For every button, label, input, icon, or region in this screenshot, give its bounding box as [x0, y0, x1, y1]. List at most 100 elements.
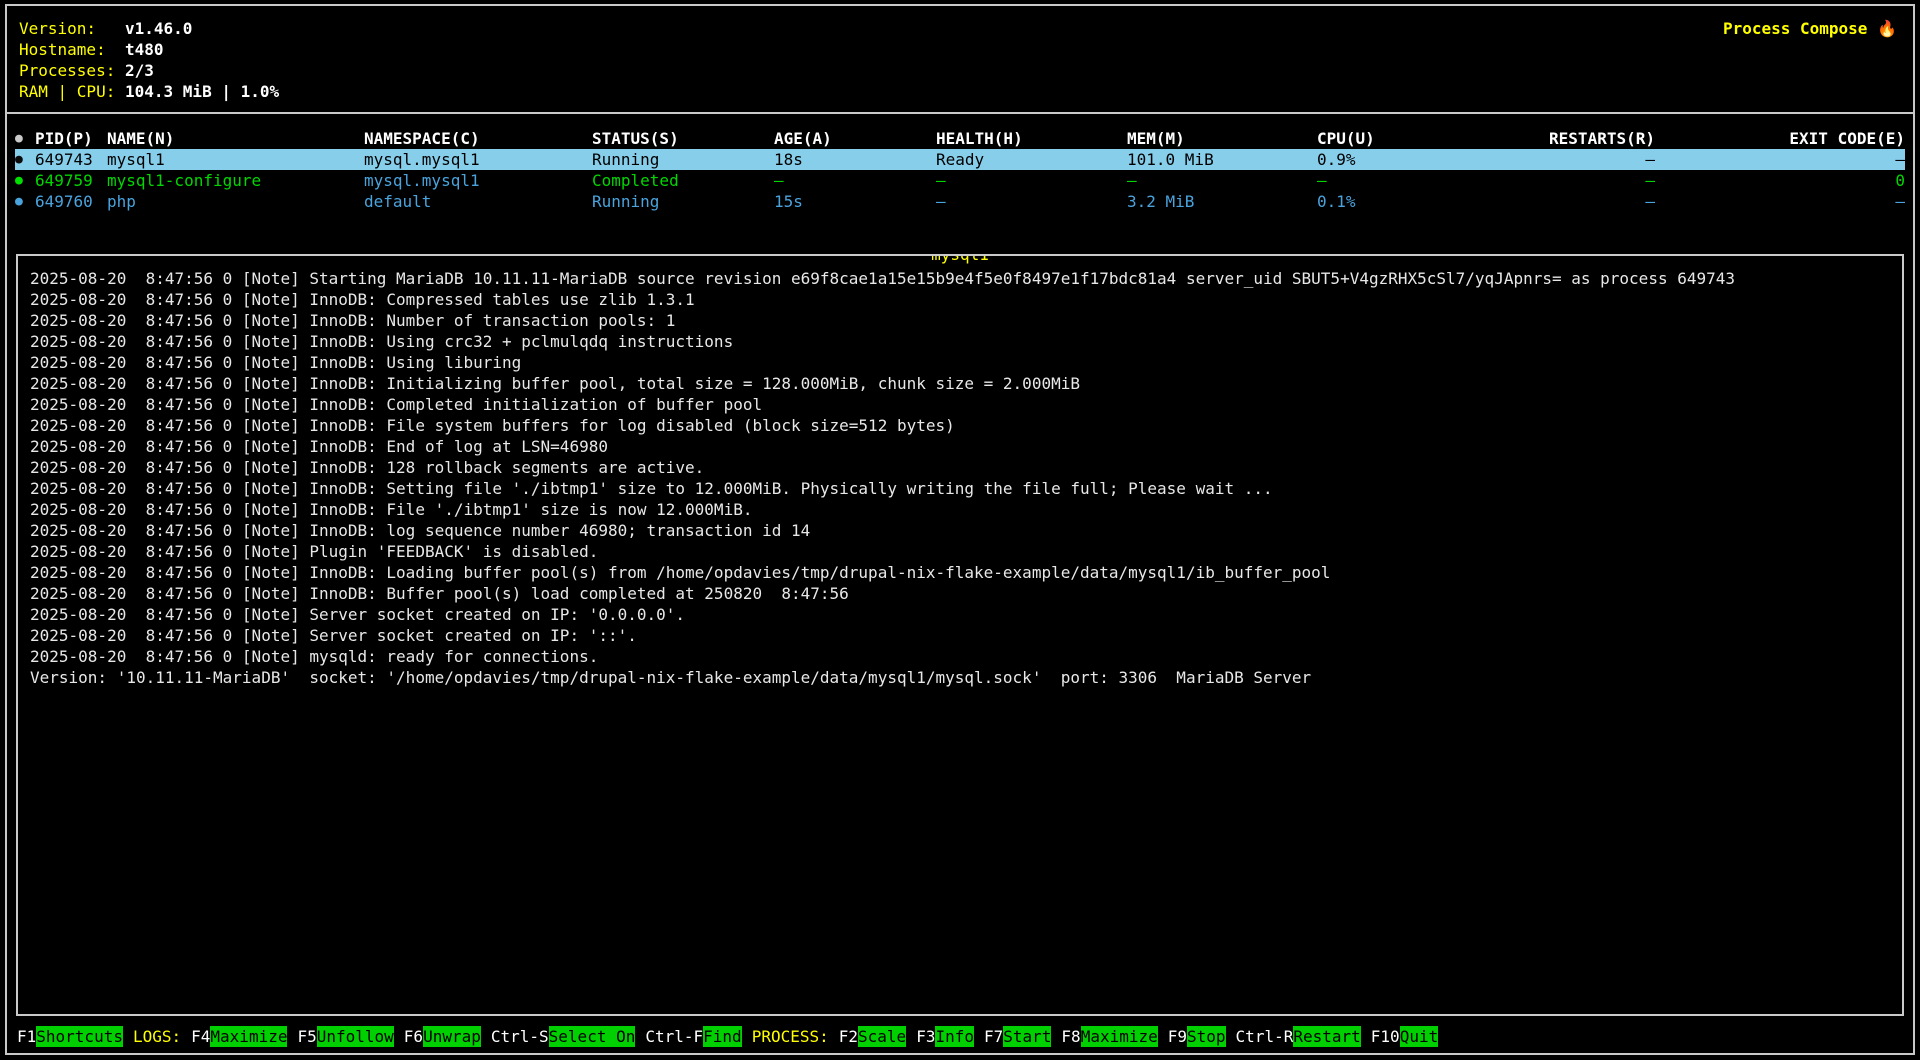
restarts-cell: – — [1465, 191, 1655, 212]
shortcut-f2-scale[interactable]: F2Scale — [839, 1026, 906, 1047]
shortcut-key: F3 — [916, 1026, 935, 1047]
exit-code-cell: – — [1655, 191, 1905, 212]
hostname-label: Hostname: — [19, 39, 125, 60]
shortcut-f8-maximize-process[interactable]: F8Maximize — [1061, 1026, 1157, 1047]
mem-cell: – — [1127, 170, 1317, 191]
header-cpu: CPU(U) — [1317, 128, 1465, 149]
log-panel-title: mysql1 — [929, 254, 991, 265]
shortcut-label: Find — [703, 1026, 742, 1047]
log-line: 2025-08-20 8:47:56 0 [Note] InnoDB: Buff… — [30, 583, 1890, 604]
log-line: 2025-08-20 8:47:56 0 [Note] InnoDB: 128 … — [30, 457, 1890, 478]
shortcut-f4-maximize-logs[interactable]: F4Maximize — [191, 1026, 287, 1047]
version-label: Version: — [19, 18, 125, 39]
shortcut-label: Scale — [858, 1026, 906, 1047]
header-health: HEALTH(H) — [936, 128, 1127, 149]
header-restarts: RESTARTS(R) — [1465, 128, 1655, 149]
shortcut-label: Stop — [1187, 1026, 1226, 1047]
shortcut-label: Start — [1003, 1026, 1051, 1047]
shortcut-key: Ctrl-S — [491, 1026, 549, 1047]
status-dot-icon: ● — [15, 191, 35, 212]
log-line: 2025-08-20 8:47:56 0 [Note] InnoDB: Init… — [30, 373, 1890, 394]
namespace-cell: mysql.mysql1 — [364, 149, 592, 170]
shortcut-key: Ctrl-F — [645, 1026, 703, 1047]
processes-value: 2/3 — [125, 60, 154, 81]
shortcut-f5-unfollow[interactable]: F5Unfollow — [297, 1026, 393, 1047]
status-cell: Running — [592, 149, 774, 170]
header-mem: MEM(M) — [1127, 128, 1317, 149]
restarts-cell: – — [1465, 149, 1655, 170]
table-header-row: ● PID(P) NAME(N) NAMESPACE(C) STATUS(S) … — [15, 128, 1905, 149]
shortcut-bar: F1Shortcuts LOGS: F4Maximize F5Unfollow … — [7, 1022, 1913, 1053]
shortcut-f7-start[interactable]: F7Start — [984, 1026, 1051, 1047]
log-line: 2025-08-20 8:47:56 0 [Note] InnoDB: Usin… — [30, 352, 1890, 373]
shortcut-label: Maximize — [1081, 1026, 1158, 1047]
log-panel[interactable]: mysql1 2025-08-20 8:47:56 0 [Note] Start… — [16, 254, 1904, 1016]
age-cell: 15s — [774, 191, 936, 212]
shortcut-key: F2 — [839, 1026, 858, 1047]
shortcut-key: F5 — [297, 1026, 316, 1047]
header-pid: PID(P) — [35, 128, 107, 149]
header-age: AGE(A) — [774, 128, 936, 149]
log-line: 2025-08-20 8:47:56 0 [Note] InnoDB: log … — [30, 520, 1890, 541]
app-title-text: Process Compose — [1723, 19, 1868, 38]
pid-cell: 649743 — [35, 149, 107, 170]
health-cell: – — [936, 191, 1127, 212]
shortcut-f9-stop[interactable]: F9Stop — [1168, 1026, 1226, 1047]
log-line: 2025-08-20 8:47:56 0 [Note] InnoDB: Comp… — [30, 394, 1890, 415]
cpu-cell: – — [1317, 170, 1465, 191]
shortcut-key: F4 — [191, 1026, 210, 1047]
log-line: 2025-08-20 8:47:56 0 [Note] InnoDB: Sett… — [30, 478, 1890, 499]
shortcut-ctrl-f-find[interactable]: Ctrl-FFind — [645, 1026, 741, 1047]
shortcut-key: F1 — [17, 1026, 36, 1047]
exit-code-cell: – — [1655, 149, 1905, 170]
log-line: 2025-08-20 8:47:56 0 [Note] InnoDB: Numb… — [30, 310, 1890, 331]
shortcut-key: F7 — [984, 1026, 1003, 1047]
cpu-cell: 0.9% — [1317, 149, 1465, 170]
process-row-mysql1[interactable]: ● 649743 mysql1 mysql.mysql1 Running 18s… — [15, 149, 1905, 170]
shortcut-label: Info — [935, 1026, 974, 1047]
process-table: ● PID(P) NAME(N) NAMESPACE(C) STATUS(S) … — [7, 114, 1913, 212]
log-line: Version: '10.11.11-MariaDB' socket: '/ho… — [30, 667, 1890, 688]
header-status: STATUS(S) — [592, 128, 774, 149]
version-value: v1.46.0 — [125, 18, 192, 39]
shortcut-key: F6 — [404, 1026, 423, 1047]
log-line: 2025-08-20 8:47:56 0 [Note] mysqld: read… — [30, 646, 1890, 667]
log-line: 2025-08-20 8:47:56 0 [Note] Server socke… — [30, 604, 1890, 625]
shortcut-f1-shortcuts[interactable]: F1Shortcuts — [17, 1026, 123, 1047]
shortcut-label: Shortcuts — [36, 1026, 123, 1047]
health-cell: Ready — [936, 149, 1127, 170]
shortcut-label: Quit — [1400, 1026, 1439, 1047]
version-line: Version:v1.46.0 — [19, 18, 1901, 39]
mem-cell: 101.0 MiB — [1127, 149, 1317, 170]
hostname-line: Hostname:t480 — [19, 39, 1901, 60]
shortcut-f6-unwrap[interactable]: F6Unwrap — [404, 1026, 481, 1047]
shortcut-section-process: PROCESS: — [752, 1026, 829, 1047]
status-cell: Running — [592, 191, 774, 212]
process-row-php[interactable]: ● 649760 php default Running 15s – 3.2 M… — [15, 191, 1905, 212]
status-cell: Completed — [592, 170, 774, 191]
shortcut-section-logs: LOGS: — [133, 1026, 181, 1047]
shortcut-key: Ctrl-R — [1236, 1026, 1294, 1047]
processes-label: Processes: — [19, 60, 125, 81]
header-dot-icon: ● — [15, 128, 35, 149]
process-compose-app: Version:v1.46.0 Hostname:t480 Processes:… — [5, 4, 1915, 1055]
shortcut-f10-quit[interactable]: F10Quit — [1371, 1026, 1438, 1047]
header-name: NAME(N) — [107, 128, 364, 149]
shortcut-ctrl-s-select-on[interactable]: Ctrl-SSelect On — [491, 1026, 636, 1047]
log-lines: 2025-08-20 8:47:56 0 [Note] Starting Mar… — [30, 268, 1890, 688]
shortcut-label: Restart — [1293, 1026, 1360, 1047]
namespace-cell: default — [364, 191, 592, 212]
ram-cpu-value: 104.3 MiB | 1.0% — [125, 81, 279, 102]
status-dot-icon: ● — [15, 170, 35, 191]
shortcut-label: Maximize — [210, 1026, 287, 1047]
log-line: 2025-08-20 8:47:56 0 [Note] Server socke… — [30, 625, 1890, 646]
mem-cell: 3.2 MiB — [1127, 191, 1317, 212]
log-line: 2025-08-20 8:47:56 0 [Note] InnoDB: End … — [30, 436, 1890, 457]
status-dot-icon: ● — [15, 149, 35, 170]
shortcut-f3-info[interactable]: F3Info — [916, 1026, 974, 1047]
shortcut-ctrl-r-restart[interactable]: Ctrl-RRestart — [1236, 1026, 1361, 1047]
log-line: 2025-08-20 8:47:56 0 [Note] InnoDB: Usin… — [30, 331, 1890, 352]
process-row-mysql1-configure[interactable]: ● 649759 mysql1-configure mysql.mysql1 C… — [15, 170, 1905, 191]
restarts-cell: – — [1465, 170, 1655, 191]
shortcut-key: F10 — [1371, 1026, 1400, 1047]
